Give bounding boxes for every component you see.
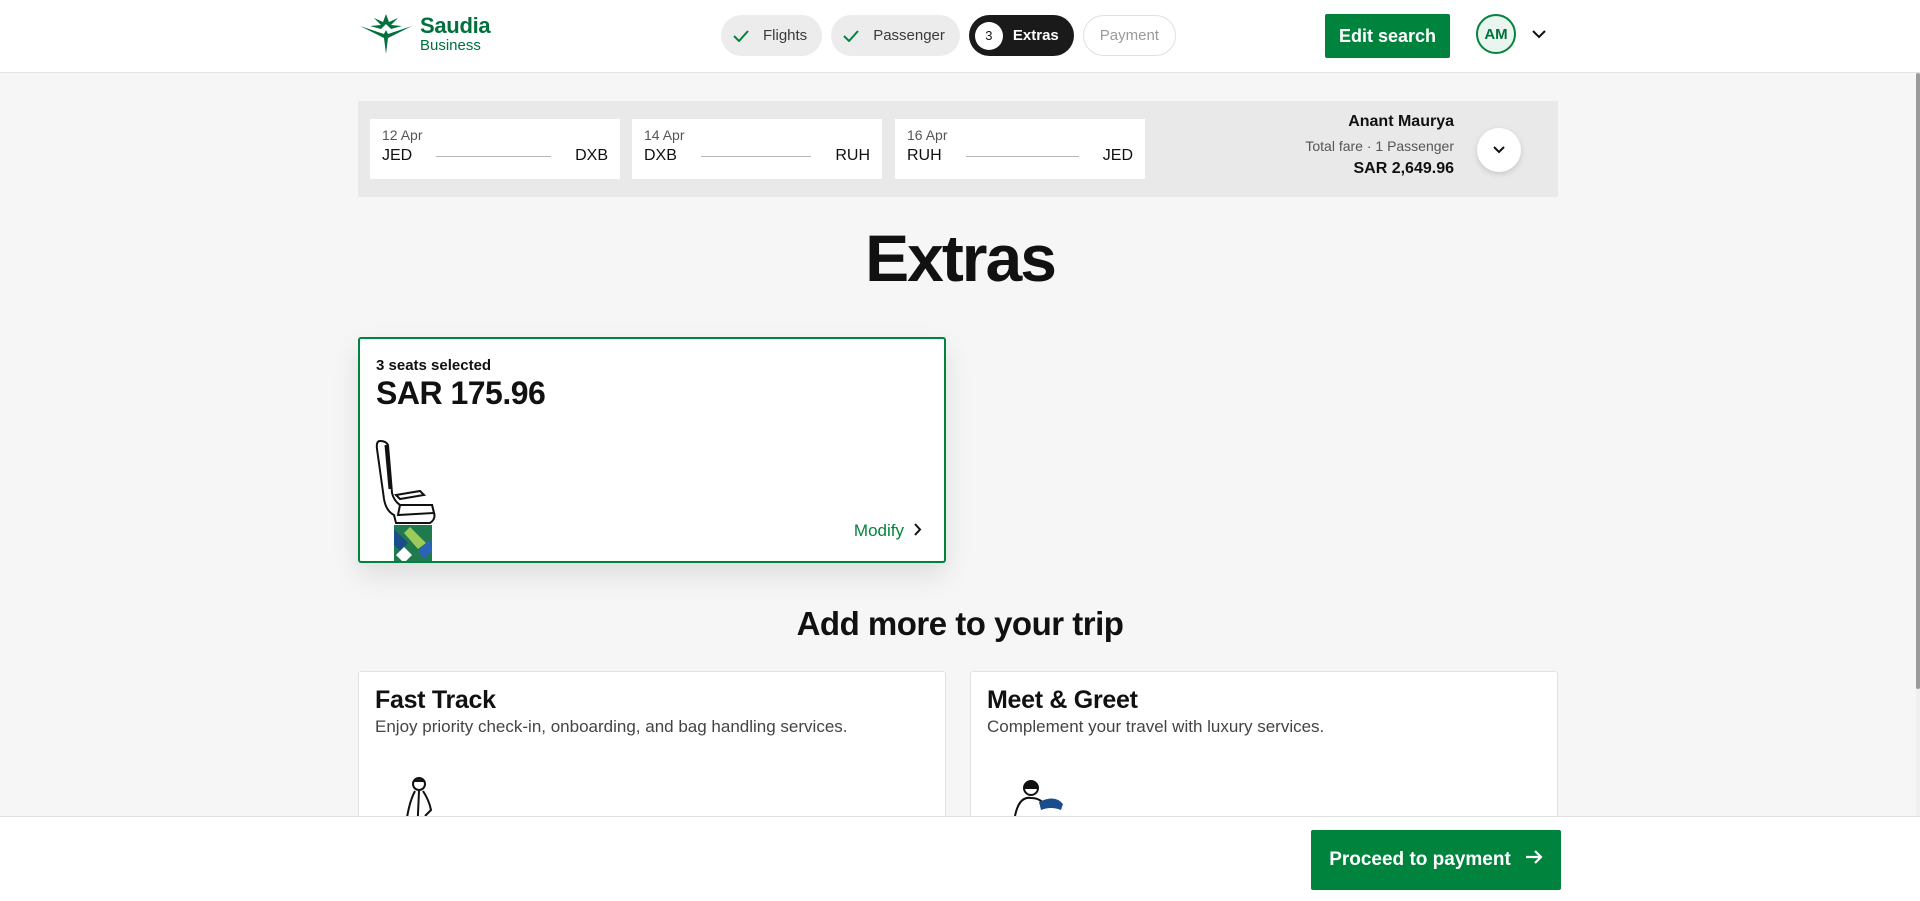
step-number: 3 bbox=[974, 21, 1003, 50]
segment-destination: DXB bbox=[575, 147, 608, 164]
fare-details-toggle[interactable] bbox=[1477, 128, 1521, 172]
route-line bbox=[700, 155, 812, 157]
seats-price: SAR 175.96 bbox=[376, 375, 546, 411]
logo-wordmark: Saudia bbox=[420, 13, 491, 38]
step-label: Extras bbox=[1012, 27, 1059, 44]
modify-seats-link[interactable]: Modify bbox=[854, 521, 922, 541]
passenger-name: Anant Maurya bbox=[1348, 113, 1454, 130]
modify-label: Modify bbox=[853, 521, 904, 540]
flight-segment-1: 12 Apr JED DXB bbox=[370, 119, 620, 179]
step-payment: Payment bbox=[1082, 15, 1176, 56]
flight-segment-3: 16 Apr RUH JED bbox=[895, 119, 1145, 179]
step-extras[interactable]: 3 Extras bbox=[968, 15, 1074, 56]
top-header: Saudia Business Flights Passenger 3 Extr… bbox=[0, 0, 1920, 73]
check-icon bbox=[839, 24, 863, 48]
segment-origin: JED bbox=[382, 147, 413, 164]
segment-destination: RUH bbox=[835, 147, 870, 164]
step-flights[interactable]: Flights bbox=[721, 15, 823, 56]
bottom-action-bar: Proceed to payment bbox=[0, 816, 1920, 901]
add-more-title: Add more to your trip bbox=[796, 605, 1124, 642]
proceed-to-payment-button[interactable]: Proceed to payment bbox=[1311, 830, 1561, 890]
step-label: Flights bbox=[763, 27, 808, 44]
chevron-down-icon bbox=[1493, 141, 1505, 159]
fare-label: Total fare · 1 Passenger bbox=[1305, 138, 1454, 154]
booking-progress-steps: Flights Passenger 3 Extras Payment bbox=[721, 15, 1176, 56]
chevron-right-icon bbox=[914, 521, 922, 541]
route-line bbox=[965, 155, 1079, 157]
proceed-label: Proceed to payment bbox=[1329, 849, 1511, 870]
route-line bbox=[436, 155, 552, 157]
service-title: Meet & Greet bbox=[987, 686, 1138, 714]
fare-summary: Anant Maurya Total fare · 1 Passenger SA… bbox=[1305, 113, 1454, 178]
flight-segment-2: 14 Apr DXB RUH bbox=[632, 119, 882, 179]
total-fare: SAR 2,649.96 bbox=[1353, 160, 1454, 177]
seat-selection-card[interactable]: 3 seats selected SAR 175.96 Modify bbox=[358, 337, 946, 563]
chevron-down-icon[interactable] bbox=[1532, 26, 1546, 44]
step-label: Passenger bbox=[873, 27, 945, 44]
edit-search-button[interactable]: Edit search bbox=[1325, 14, 1450, 58]
service-description: Enjoy priority check-in, onboarding, and… bbox=[375, 717, 848, 736]
segment-origin: DXB bbox=[644, 147, 677, 164]
arrow-right-icon bbox=[1525, 849, 1543, 871]
service-title: Fast Track bbox=[375, 686, 496, 714]
step-passenger[interactable]: Passenger bbox=[831, 15, 960, 56]
meet-and-greet-card[interactable]: Meet & Greet Complement your travel with… bbox=[970, 671, 1558, 831]
step-label: Payment bbox=[1099, 27, 1159, 44]
itinerary-summary-bar: 12 Apr JED DXB 14 Apr DXB RUH 16 Apr RUH… bbox=[358, 101, 1558, 197]
segment-date: 12 Apr bbox=[382, 127, 423, 143]
segment-origin: RUH bbox=[907, 147, 942, 164]
page-title: Extras bbox=[865, 221, 1057, 295]
user-avatar[interactable]: AM bbox=[1476, 14, 1516, 54]
airplane-seat-icon bbox=[374, 439, 454, 561]
fast-track-card[interactable]: Fast Track Enjoy priority check-in, onbo… bbox=[358, 671, 946, 831]
scrollbar-thumb[interactable] bbox=[1916, 73, 1920, 689]
segment-date: 14 Apr bbox=[644, 127, 685, 143]
saudia-palm-logo-icon bbox=[360, 14, 412, 54]
service-description: Complement your travel with luxury servi… bbox=[987, 717, 1325, 736]
logo-subtitle: Business bbox=[420, 37, 481, 54]
seats-selected-count: 3 seats selected bbox=[376, 357, 492, 374]
segment-destination: JED bbox=[1102, 147, 1133, 164]
segment-date: 16 Apr bbox=[907, 127, 948, 143]
check-icon bbox=[729, 24, 753, 48]
saudia-business-logo[interactable]: Saudia Business bbox=[358, 12, 491, 56]
